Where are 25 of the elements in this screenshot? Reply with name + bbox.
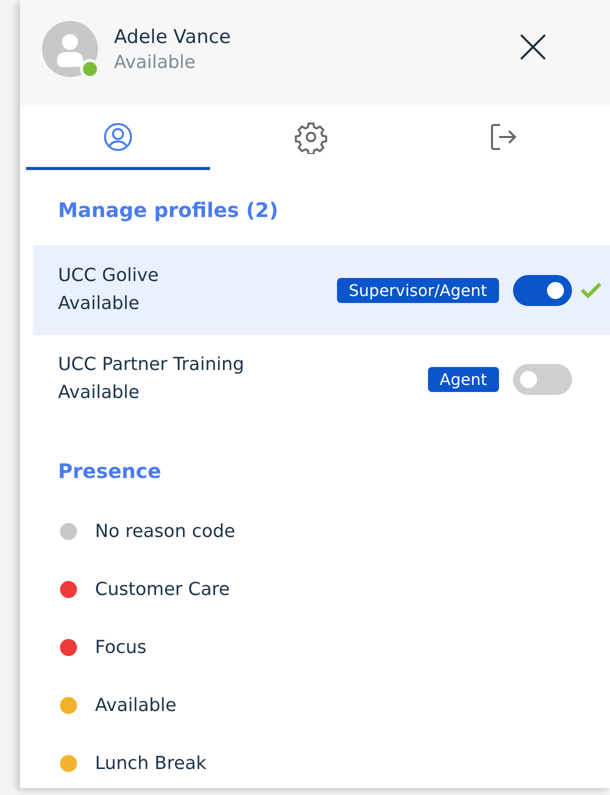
- section-heading: Manage profiles (2): [57, 197, 280, 224]
- role-badge: Supervisor/Agent: [336, 278, 499, 302]
- settings-icon: [294, 120, 328, 154]
- person-icon: [102, 122, 133, 152]
- check-icon: [580, 281, 602, 299]
- presence-option[interactable]: Focus: [95, 636, 146, 658]
- presence-option[interactable]: Lunch Break: [95, 752, 206, 774]
- user-status: Available: [114, 52, 196, 72]
- close-icon[interactable]: [518, 32, 548, 62]
- sign-out-icon: [488, 122, 518, 152]
- avatar-icon: [42, 21, 98, 77]
- user-name: Adele Vance: [114, 26, 231, 48]
- profile-name: UCC Golive: [58, 264, 160, 288]
- profile-row[interactable]: UCC Golive Available Supervisor/Agent: [33, 245, 610, 335]
- presence-option[interactable]: Customer Care: [95, 578, 230, 600]
- role-badge: Agent: [428, 366, 499, 392]
- presence-option[interactable]: Available: [95, 694, 176, 716]
- profile-status: Available: [58, 292, 140, 316]
- profile-status: Available: [58, 381, 140, 405]
- profile-name: UCC Partner Training: [58, 353, 246, 377]
- profile-row[interactable]: UCC Partner Training Available Agent: [33, 339, 610, 419]
- section-heading: Presence: [57, 458, 162, 485]
- profile-toggle[interactable]: [513, 274, 572, 306]
- profile-toggle[interactable]: [513, 364, 572, 394]
- presence-option[interactable]: No reason code: [95, 520, 236, 542]
